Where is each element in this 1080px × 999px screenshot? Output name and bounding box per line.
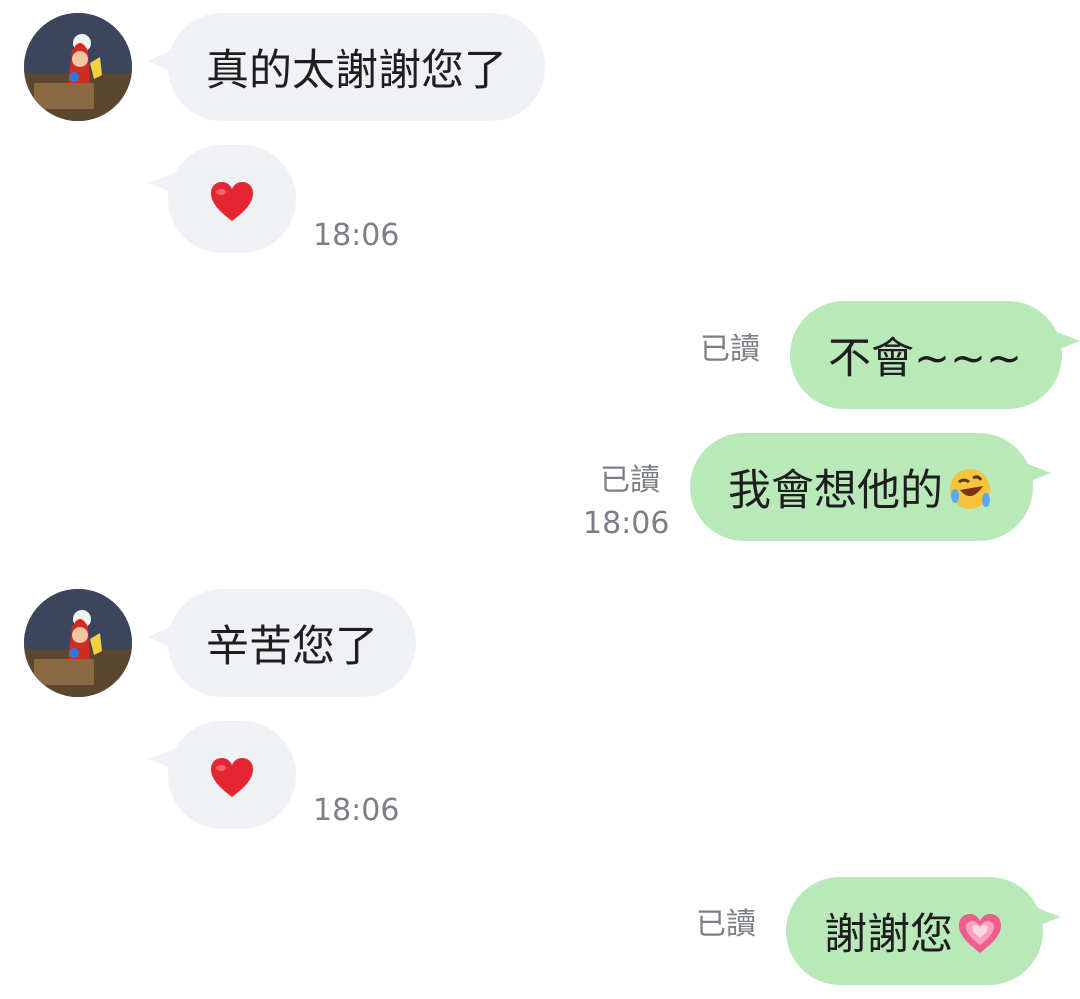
message-bubble-outgoing[interactable]: 謝謝您	[786, 877, 1061, 985]
growing-heart-icon	[957, 906, 1003, 956]
message-time: 18:06	[313, 218, 400, 253]
message-text: 真的太謝謝您了	[206, 46, 507, 96]
message-text: 我會想他的	[728, 466, 943, 516]
message-time: 18:06	[313, 793, 400, 828]
message-bubble-incoming-heart[interactable]	[148, 145, 296, 253]
heart-icon	[209, 750, 255, 800]
message-bubble-incoming[interactable]: 真的太謝謝您了	[148, 13, 545, 121]
message-bubble-incoming-heart[interactable]	[148, 721, 296, 829]
message-bubble-outgoing[interactable]: 不會~~~	[790, 301, 1080, 409]
rolling-on-floor-laughing-icon	[947, 462, 993, 513]
message-text: 謝謝您	[824, 910, 953, 960]
read-receipt: 已讀	[700, 332, 760, 367]
avatar-image	[24, 13, 132, 121]
contact-avatar[interactable]	[24, 589, 132, 697]
message-bubble-incoming[interactable]: 辛苦您了	[148, 589, 416, 697]
avatar-image	[24, 589, 132, 697]
read-receipt: 已讀	[600, 463, 660, 498]
message-bubble-outgoing[interactable]: 我會想他的	[690, 433, 1051, 541]
read-receipt: 已讀	[696, 907, 756, 942]
heart-icon	[209, 174, 255, 224]
contact-avatar[interactable]	[24, 13, 132, 121]
message-text: 不會~~~	[828, 334, 1023, 384]
message-text: 辛苦您了	[206, 622, 378, 672]
message-time: 18:06	[583, 506, 670, 541]
